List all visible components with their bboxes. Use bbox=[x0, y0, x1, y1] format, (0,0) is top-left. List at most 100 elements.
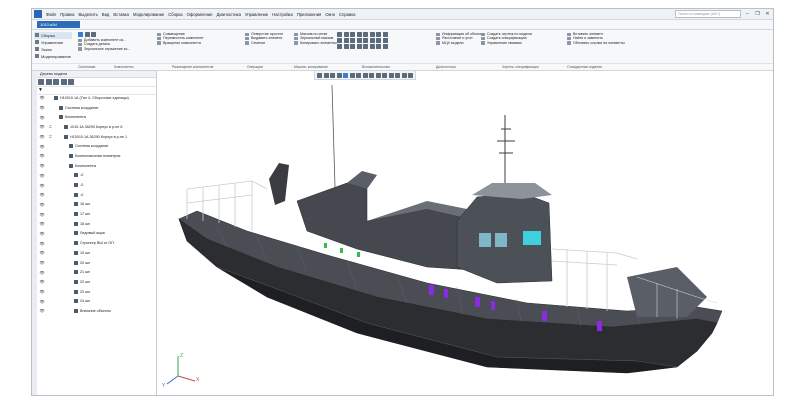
tree-row[interactable]: 👁 22 шп bbox=[38, 277, 156, 287]
tree-row[interactable]: 👁 Система координат bbox=[38, 141, 156, 151]
rib-icon[interactable] bbox=[350, 44, 355, 49]
visibility-eye-icon[interactable]: 👁 bbox=[39, 202, 45, 207]
update-links-button[interactable]: Обновить ссылки на элементы bbox=[567, 41, 625, 46]
tree-row[interactable]: 👁 20 шп bbox=[38, 258, 156, 268]
tree-row[interactable]: 👁 Компоновочная геометрия bbox=[38, 151, 156, 161]
mass-properties-button[interactable]: МЦХ модели bbox=[436, 41, 483, 46]
menu-applications[interactable]: Приложения bbox=[295, 12, 324, 17]
mirror-icon[interactable] bbox=[91, 32, 96, 37]
tree-item-label[interactable]: -0 bbox=[74, 183, 83, 188]
visibility-eye-icon[interactable]: 👁 bbox=[39, 192, 45, 197]
spline-icon[interactable] bbox=[350, 38, 355, 43]
tree-item-label[interactable]: Н10010.1А (Тип 4, Сборочные единицы) bbox=[54, 96, 129, 100]
visibility-eye-icon[interactable]: 👁 bbox=[39, 221, 45, 226]
section-button[interactable]: Сечение bbox=[245, 41, 283, 46]
tree-row[interactable]: 👁 ⊏ 1010.1А.36290 Корпус в р-не 6 bbox=[38, 122, 156, 132]
tree-row[interactable]: 👁 Компоненты bbox=[38, 112, 156, 122]
tree-item-label[interactable]: Система координат bbox=[69, 144, 109, 149]
tree-item-label[interactable]: Компоновочная геометрия bbox=[69, 154, 120, 158]
mirror-component-button[interactable]: Зеркальное отражение ко... bbox=[78, 47, 130, 52]
tree-row[interactable]: 👁 Система координат bbox=[38, 103, 156, 113]
arc-icon[interactable] bbox=[343, 38, 349, 43]
list-icon[interactable] bbox=[60, 79, 67, 85]
tree-row[interactable]: 👁 18 шп bbox=[38, 219, 156, 229]
chamfer-icon[interactable] bbox=[337, 44, 342, 49]
tree-item-label[interactable]: 1010.1А.36290 Корпус в р-не 6 bbox=[64, 125, 122, 129]
visibility-eye-icon[interactable]: 👁 bbox=[39, 173, 45, 178]
gap-icon[interactable] bbox=[376, 44, 381, 49]
trim-icon[interactable] bbox=[376, 38, 381, 43]
tree-item-label[interactable]: 24 шп bbox=[74, 299, 90, 304]
tree-item-label[interactable]: 23 шп bbox=[74, 290, 90, 294]
fillet-icon[interactable] bbox=[382, 38, 388, 43]
menu-assembly[interactable]: Сборка bbox=[166, 12, 184, 17]
visibility-eye-icon[interactable]: 👁 bbox=[39, 183, 45, 188]
close-button[interactable]: ✕ bbox=[764, 11, 771, 17]
draft-icon[interactable] bbox=[356, 44, 362, 49]
tree-row[interactable]: 👁 -0 bbox=[38, 190, 156, 200]
tree-item-label[interactable]: Ледовый ящик bbox=[74, 231, 105, 236]
visibility-eye-icon[interactable]: 👁 bbox=[39, 115, 45, 120]
visibility-eye-icon[interactable]: 👁 bbox=[39, 95, 45, 100]
menu-modeling[interactable]: Моделирование bbox=[131, 12, 166, 17]
measure-icon[interactable] bbox=[363, 44, 368, 49]
add-component-icon[interactable] bbox=[78, 32, 83, 37]
tree-row[interactable]: 👁 16 шп bbox=[38, 200, 156, 210]
visibility-eye-icon[interactable]: 👁 bbox=[39, 231, 45, 236]
axis-icon[interactable] bbox=[343, 32, 349, 37]
section-view-icon[interactable] bbox=[382, 44, 388, 49]
point-icon[interactable] bbox=[350, 32, 355, 37]
tree-item-label[interactable]: -0 bbox=[74, 193, 83, 197]
visibility-eye-icon[interactable]: 👁 bbox=[39, 308, 45, 313]
tree-row[interactable]: 👁 19 шп bbox=[38, 248, 156, 258]
mode-management[interactable]: Управление bbox=[34, 39, 72, 46]
mode-assembly[interactable]: Сборка bbox=[34, 32, 72, 39]
curve-icon[interactable] bbox=[363, 32, 368, 37]
tree-row[interactable]: 👁 Компоненты bbox=[38, 161, 156, 171]
tree-row[interactable]: 👁 Внешние объекты bbox=[38, 306, 156, 316]
tree-item-label[interactable]: 16 шп bbox=[74, 202, 90, 207]
tree-item-label[interactable]: Компоненты bbox=[59, 115, 86, 120]
3d-viewport[interactable]: Z X Y bbox=[157, 70, 773, 395]
tree-item-label[interactable]: 19 шп bbox=[74, 251, 90, 255]
tree-view-icon[interactable] bbox=[38, 79, 44, 85]
tree-item-label[interactable]: 21 шп bbox=[74, 270, 90, 275]
tree-item-label[interactable]: 18 шп bbox=[74, 222, 90, 226]
tree-row[interactable]: 👁 Н10010.1А (Тип 4, Сборочные единицы) bbox=[38, 93, 156, 103]
tree-row[interactable]: 👁 Ледовый ящик bbox=[38, 229, 156, 239]
menu-help[interactable]: Справка bbox=[337, 12, 357, 17]
menu-settings[interactable]: Настройка bbox=[270, 12, 295, 17]
tree-row[interactable]: 👁 -0 bbox=[38, 171, 156, 181]
minimize-button[interactable]: – bbox=[744, 11, 751, 17]
menu-management[interactable]: Управление bbox=[243, 12, 270, 17]
split-icon[interactable] bbox=[382, 32, 388, 37]
shell-icon[interactable] bbox=[343, 44, 349, 49]
tree-row[interactable]: 👁 17 шп bbox=[38, 209, 156, 219]
rotate-component-button[interactable]: Вращение компонента bbox=[157, 41, 204, 46]
copy-elements-button[interactable]: Копировать элементы bbox=[294, 41, 337, 46]
menu-insert[interactable]: Вставка bbox=[111, 12, 131, 17]
sort-icon[interactable] bbox=[68, 79, 74, 85]
menu-design[interactable]: Оформление bbox=[185, 12, 215, 17]
menu-edit[interactable]: Правка bbox=[58, 12, 76, 17]
command-search-input[interactable]: Поиск по командам (Alt+/) bbox=[675, 10, 741, 18]
tree-row[interactable]: 👁 23 шп bbox=[38, 287, 156, 297]
tree-row[interactable]: 👁 21 шп bbox=[38, 267, 156, 277]
visibility-eye-icon[interactable]: 👁 bbox=[39, 163, 45, 168]
visibility-eye-icon[interactable]: 👁 bbox=[39, 270, 45, 275]
helix-icon[interactable] bbox=[356, 38, 362, 43]
visibility-eye-icon[interactable]: 👁 bbox=[39, 212, 45, 217]
tree-item-label[interactable]: Компоненты bbox=[69, 164, 96, 168]
visibility-eye-icon[interactable]: 👁 bbox=[39, 260, 45, 265]
visibility-eye-icon[interactable]: 👁 bbox=[39, 105, 45, 110]
visibility-eye-icon[interactable]: 👁 bbox=[39, 124, 45, 129]
menu-view[interactable]: Вид bbox=[100, 12, 112, 17]
plane-icon[interactable] bbox=[337, 32, 342, 37]
menu-select[interactable]: Выделить bbox=[76, 12, 99, 17]
tree-item-label[interactable]: 20 шп bbox=[74, 261, 90, 265]
tree-item-label[interactable]: Система координат bbox=[59, 106, 99, 110]
menu-file[interactable]: Файл bbox=[44, 12, 58, 17]
menu-window[interactable]: Окно bbox=[323, 12, 337, 17]
manage-links-button[interactable]: Управление связями bbox=[481, 41, 532, 46]
visibility-eye-icon[interactable]: 👁 bbox=[39, 250, 45, 255]
